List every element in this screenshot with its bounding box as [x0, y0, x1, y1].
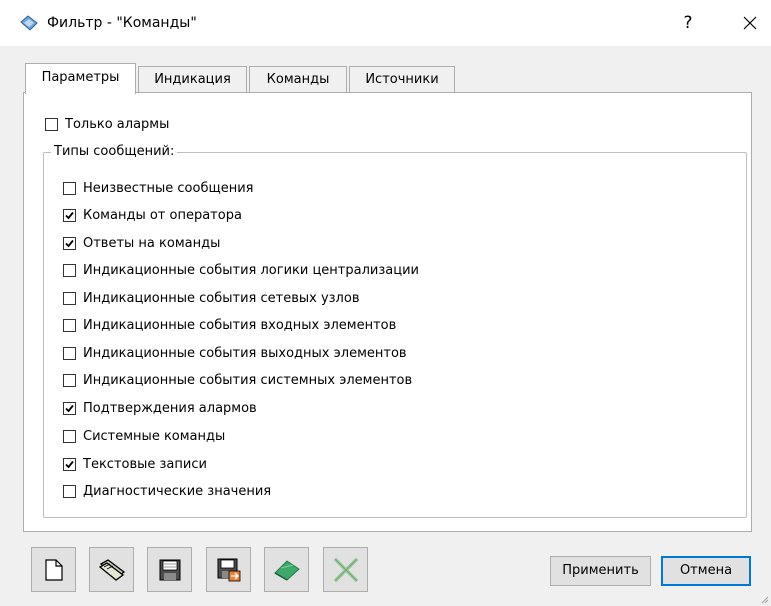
cancel-button[interactable]: Отмена — [661, 556, 751, 586]
checkbox-label: Подтверждения алармов — [83, 401, 257, 416]
clear-button[interactable] — [264, 547, 309, 592]
checkbox-label: Индикационные события выходных элементов — [83, 346, 407, 361]
checkbox-label: Индикационные события системных элементо… — [83, 373, 413, 388]
close-icon — [743, 16, 757, 30]
checkbox-box — [45, 118, 58, 131]
cb-unknown-messages[interactable]: Неизвестные сообщения — [63, 181, 254, 196]
checkbox-label: Индикационные события логики централизац… — [83, 263, 419, 278]
checkmark-icon — [65, 211, 74, 220]
checkbox-box — [63, 319, 76, 332]
resize-grip-icon[interactable] — [759, 594, 769, 604]
checkbox-label: Неизвестные сообщения — [83, 181, 254, 196]
tab-sources[interactable]: Источники — [349, 66, 455, 93]
checkbox-label: Текстовые записи — [83, 457, 207, 472]
checkmark-icon — [65, 460, 74, 469]
open-folder-icon — [98, 558, 125, 581]
checkbox-label: Команды от оператора — [83, 208, 242, 223]
checkbox-box — [63, 182, 76, 195]
checkbox-box — [63, 292, 76, 305]
cb-text-records[interactable]: Текстовые записи — [63, 457, 207, 472]
checkbox-box — [63, 374, 76, 387]
cb-system-commands[interactable]: Системные команды — [63, 429, 225, 444]
checkbox-box — [63, 209, 76, 222]
close-button[interactable] — [735, 10, 765, 36]
tab-parameters[interactable]: Параметры — [25, 63, 136, 94]
help-button[interactable]: ? — [676, 10, 700, 36]
checkbox-label: Системные команды — [83, 429, 226, 444]
checkbox-label: Индикационные события сетевых узлов — [83, 291, 360, 306]
cb-output-element-events[interactable]: Индикационные события выходных элементов — [63, 346, 407, 361]
cb-interlocking-events[interactable]: Индикационные события логики централизац… — [63, 263, 419, 278]
tab-commands[interactable]: Команды — [249, 66, 347, 93]
cb-network-node-events[interactable]: Индикационные события сетевых узлов — [63, 291, 359, 306]
eraser-icon — [273, 559, 300, 581]
checkmark-icon — [65, 239, 74, 248]
checkbox-box — [63, 458, 76, 471]
checkbox-box — [63, 264, 76, 277]
checkbox-label: Ответы на команды — [83, 236, 221, 251]
cb-operator-commands[interactable]: Команды от оператора — [63, 208, 242, 223]
app-icon — [19, 14, 39, 32]
message-types-label: Типы сообщений: — [51, 144, 178, 159]
checkmark-icon — [65, 404, 74, 413]
cb-command-responses[interactable]: Ответы на команды — [63, 236, 220, 251]
cb-system-element-events[interactable]: Индикационные события системных элементо… — [63, 373, 412, 388]
save-button[interactable] — [147, 547, 192, 592]
only-alarms-checkbox[interactable]: Только алармы — [45, 117, 169, 132]
checkbox-box — [63, 237, 76, 250]
checkbox-label: Индикационные события входных элементов — [83, 318, 397, 333]
title-bar: Фильтр - "Команды" ? — [0, 0, 771, 46]
delete-button[interactable] — [323, 547, 368, 592]
save-as-button[interactable] — [206, 547, 251, 592]
save-as-icon — [217, 558, 240, 581]
open-filter-button[interactable] — [89, 547, 134, 592]
apply-button[interactable]: Применить — [550, 556, 651, 586]
checkbox-label: Диагностические значения — [83, 484, 272, 499]
cb-alarm-confirmations[interactable]: Подтверждения алармов — [63, 401, 257, 416]
save-icon — [159, 559, 180, 580]
cb-diagnostic-values[interactable]: Диагностические значения — [63, 484, 271, 499]
only-alarms-label: Только алармы — [65, 117, 170, 132]
checkbox-box — [63, 485, 76, 498]
new-filter-button[interactable] — [31, 547, 76, 592]
window-title: Фильтр - "Команды" — [47, 15, 197, 31]
checkbox-box — [63, 347, 76, 360]
delete-x-icon — [333, 557, 358, 582]
checkbox-box — [63, 430, 76, 443]
cb-input-element-events[interactable]: Индикационные события входных элементов — [63, 318, 396, 333]
new-file-icon — [44, 558, 63, 581]
checkbox-box — [63, 402, 76, 415]
tab-indication[interactable]: Индикация — [138, 66, 247, 93]
